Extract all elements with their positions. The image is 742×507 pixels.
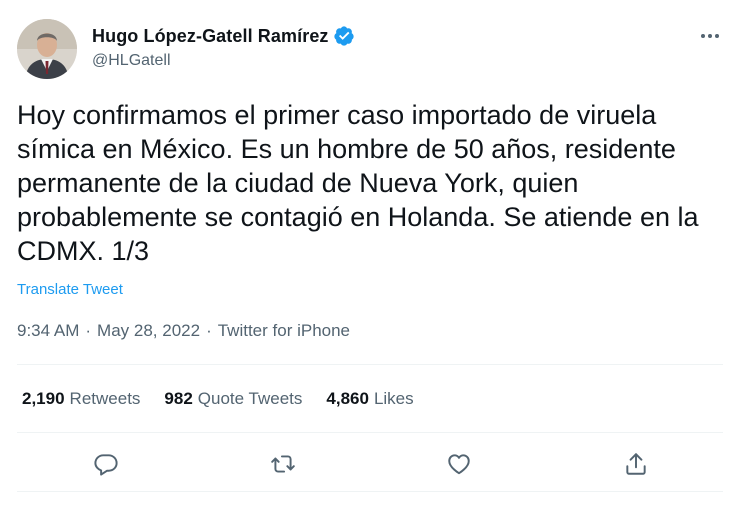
quote-tweets-stat[interactable]: 982 Quote Tweets <box>164 389 302 409</box>
quote-tweets-label: Quote Tweets <box>197 389 303 408</box>
like-button[interactable] <box>444 449 474 479</box>
likes-label: Likes <box>373 389 414 408</box>
tweet-source[interactable]: Twitter for iPhone <box>218 321 350 341</box>
heart-icon <box>448 454 470 475</box>
verified-badge-icon <box>333 25 355 47</box>
tweet-card: Hugo López-Gatell Ramírez @HLGatell Hoy … <box>0 0 742 507</box>
share-button[interactable] <box>621 449 651 479</box>
translate-tweet-link[interactable]: Translate Tweet <box>17 281 123 298</box>
divider <box>17 491 723 492</box>
more-icon[interactable] <box>698 26 722 46</box>
reply-button[interactable] <box>91 449 121 479</box>
meta-separator: · <box>206 321 212 340</box>
retweets-count: 2,190 <box>22 389 65 408</box>
author-display-name[interactable]: Hugo López-Gatell Ramírez <box>92 26 329 47</box>
quote-tweets-count: 982 <box>164 389 193 408</box>
retweet-button[interactable] <box>268 449 298 479</box>
reply-icon <box>94 454 118 476</box>
meta-separator: · <box>85 321 92 340</box>
likes-stat[interactable]: 4,860 Likes <box>326 389 413 409</box>
retweet-icon <box>271 455 295 473</box>
author-name-row: Hugo López-Gatell Ramírez <box>92 25 355 47</box>
avatar[interactable] <box>17 19 77 79</box>
tweet-meta: 9:34 AM · May 28, 2022 · Twitter for iPh… <box>17 321 350 341</box>
tweet-text: Hoy confirmamos el primer caso importado… <box>17 100 699 266</box>
engagement-stats: 2,190 Retweets 982 Quote Tweets 4,860 Li… <box>22 389 414 409</box>
author-handle[interactable]: @HLGatell <box>92 52 171 70</box>
tweet-actions <box>0 444 742 484</box>
share-icon <box>626 453 646 475</box>
tweet-date[interactable]: May 28, 2022 <box>97 321 200 341</box>
tweet-time[interactable]: 9:34 AM <box>17 321 79 341</box>
divider <box>17 364 723 365</box>
likes-count: 4,860 <box>326 389 369 408</box>
retweets-label: Retweets <box>69 389 141 408</box>
divider <box>17 432 723 433</box>
retweets-stat[interactable]: 2,190 Retweets <box>22 389 140 409</box>
